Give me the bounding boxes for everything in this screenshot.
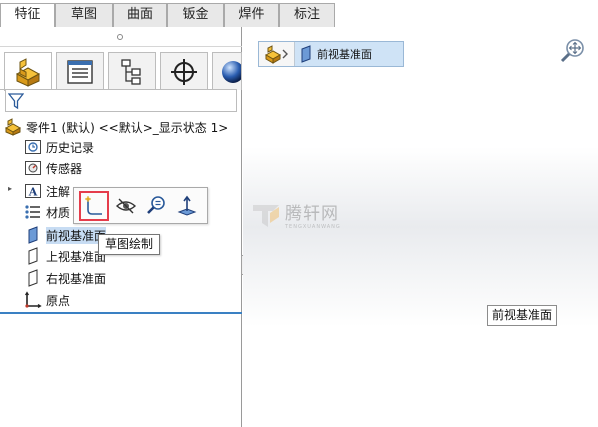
expand-annotations-icon[interactable]: ▸ [8, 184, 12, 193]
tab-bar-empty-area [335, 3, 598, 27]
tab-display-manager[interactable] [212, 52, 242, 90]
origin-icon [24, 291, 42, 309]
breadcrumb[interactable]: 前视基准面 [258, 41, 404, 67]
hide-eye-icon [115, 198, 137, 214]
zoom-to-selection-button[interactable] [141, 191, 171, 221]
tab-dimxpert-manager[interactable] [160, 52, 208, 90]
tree-item-top-plane[interactable]: 上视基准面 [24, 246, 106, 266]
tree-item-annotations[interactable]: A 注解 [24, 181, 70, 201]
command-manager-tabs: 特征 草图 曲面 钣金 焊件 标注 [0, 0, 598, 28]
tree-filter-input[interactable] [5, 89, 237, 112]
watermark-logo-icon [253, 205, 279, 227]
configuration-manager-icon [121, 58, 141, 85]
tab-sheet-metal[interactable]: 钣金 [167, 3, 224, 27]
part-icon [264, 45, 288, 64]
tree-item-label: 原点 [46, 293, 71, 308]
plane-icon [301, 45, 311, 63]
context-toolbar [73, 187, 208, 224]
history-icon [24, 138, 42, 156]
tree-divider [0, 312, 242, 314]
tree-item-label: 材质 [46, 205, 71, 220]
zoom-view-icon[interactable] [560, 38, 586, 64]
tree-item-label: 注解 [46, 184, 71, 199]
plane-icon [24, 247, 42, 265]
annotation-icon: A [24, 182, 42, 200]
filter-icon [8, 92, 24, 109]
tree-item-label: 历史记录 [46, 140, 95, 155]
graphics-area[interactable]: 前视基准面 腾轩网 TENGXUANWANG 前视基准面 [243, 27, 598, 427]
feature-manager-panel: ◂ ▸ 零件1 (默认) <<默认>_显示状态 1> 历史记录 传感器 ▸ A … [0, 27, 242, 427]
hide-button[interactable] [111, 191, 141, 221]
tree-item-front-plane[interactable]: 前视基准面 [24, 225, 107, 245]
sensor-icon [24, 159, 42, 177]
feature-manager-icon [15, 58, 41, 87]
tree-item-sensors[interactable]: 传感器 [24, 158, 82, 178]
normal-to-button[interactable] [172, 191, 202, 221]
tree-root-label: 零件1 (默认) <<默认>_显示状态 1> [26, 120, 229, 135]
tree-item-material[interactable]: 材质 [24, 202, 70, 222]
tab-property-manager[interactable] [56, 52, 104, 90]
tab-configuration-manager[interactable] [108, 52, 156, 90]
breadcrumb-part-segment[interactable] [259, 42, 295, 66]
breadcrumb-label: 前视基准面 [317, 48, 372, 61]
tab-dimxpert[interactable]: 标注 [279, 3, 335, 27]
tree-item-label: 上视基准面 [46, 249, 107, 264]
watermark-subtext: TENGXUANWANG [285, 223, 341, 230]
zoom-icon [147, 196, 165, 214]
appearance-sphere-icon [222, 60, 241, 83]
normal-to-icon [177, 195, 197, 216]
tab-weldments[interactable]: 焊件 [224, 3, 279, 27]
tab-feature-manager[interactable] [4, 52, 52, 91]
svg-text:A: A [28, 186, 38, 199]
part-icon [4, 118, 22, 136]
tab-sketch[interactable]: 草图 [55, 3, 113, 27]
panel-grip-icon[interactable] [117, 34, 123, 40]
sketch-button[interactable] [79, 191, 109, 221]
tree-item-right-plane[interactable]: 右视基准面 [24, 268, 106, 288]
tree-item-label: 右视基准面 [46, 271, 107, 286]
tree-item-label: 前视基准面 [46, 226, 107, 244]
sketch-tooltip: 草图绘制 [98, 234, 161, 255]
tab-surfaces[interactable]: 曲面 [113, 3, 167, 27]
crosshair-icon [171, 58, 197, 85]
tree-item-origin[interactable]: 原点 [24, 290, 70, 310]
sketch-icon [85, 196, 102, 215]
tree-root-part[interactable]: 零件1 (默认) <<默认>_显示状态 1> [4, 117, 228, 137]
tab-features[interactable]: 特征 [0, 3, 55, 28]
watermark: 腾轩网 TENGXUANWANG [249, 197, 341, 231]
plane-icon [24, 226, 42, 244]
watermark-text: 腾轩网 [285, 203, 339, 224]
breadcrumb-plane-segment[interactable]: 前视基准面 [295, 45, 372, 63]
tree-item-label: 传感器 [46, 161, 83, 176]
manager-tabs: ◂ ▸ [0, 49, 242, 109]
plane-icon [24, 269, 42, 287]
material-icon [24, 203, 42, 221]
property-manager-icon [67, 59, 93, 84]
plane-name-label: 前视基准面 [487, 305, 558, 326]
panel-divider [0, 46, 242, 47]
tree-item-history[interactable]: 历史记录 [24, 137, 94, 157]
